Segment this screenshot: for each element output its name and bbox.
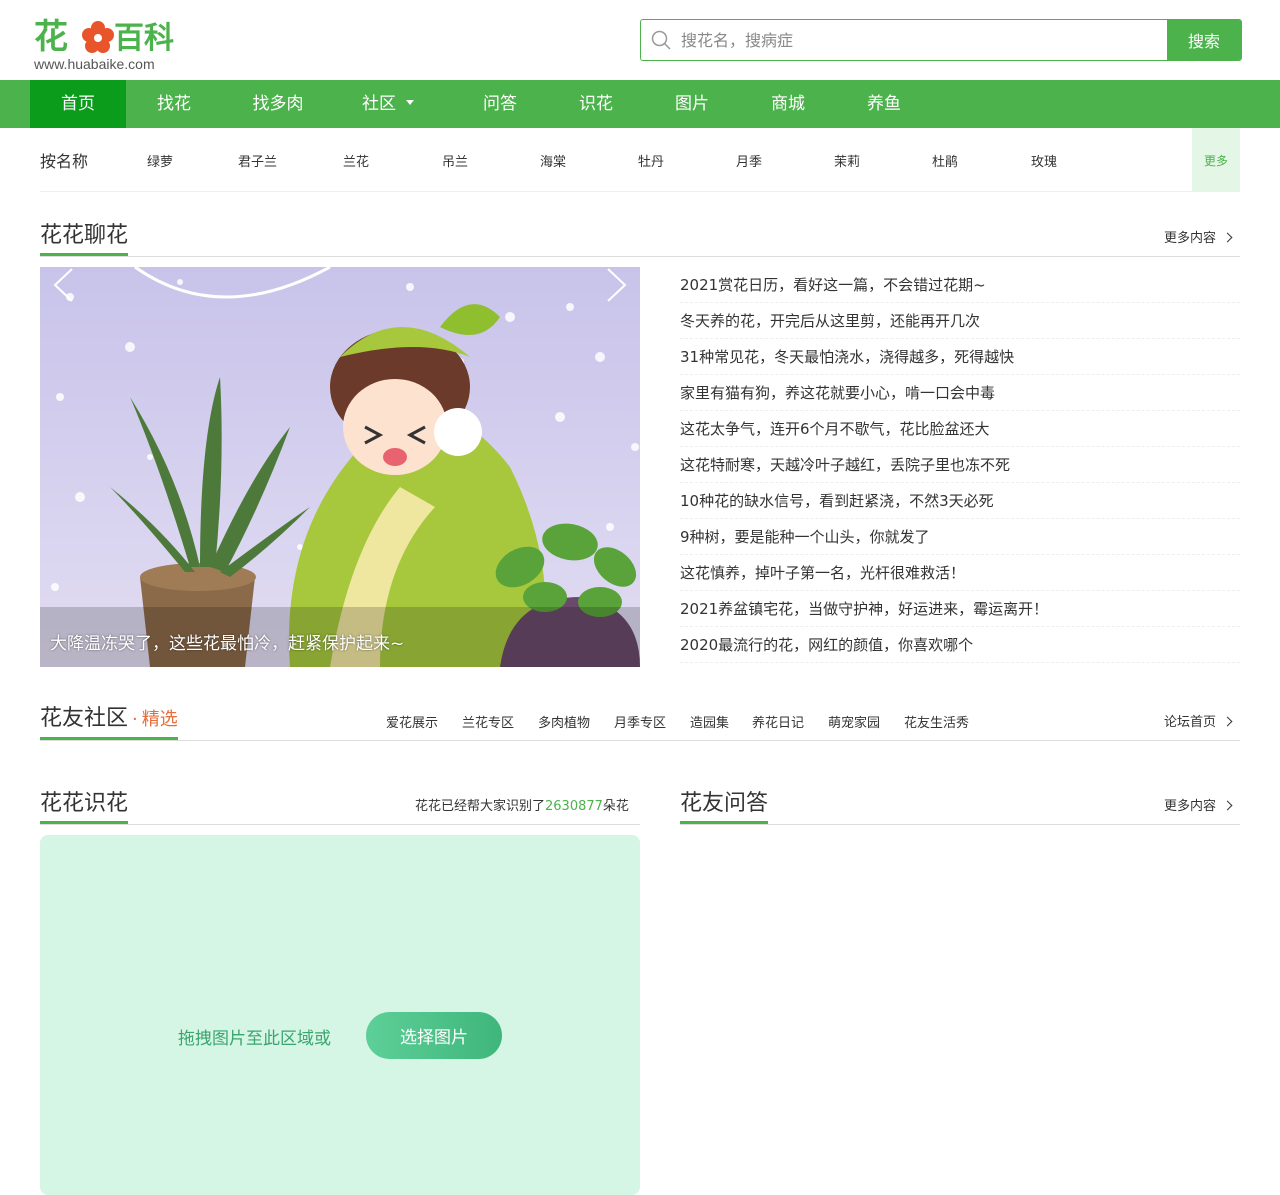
name-link[interactable]: 月季 [736, 151, 762, 170]
divider [40, 256, 1240, 257]
qa-more-link[interactable]: 更多内容 [1164, 795, 1233, 814]
nav-item-find-flower[interactable]: 找花 [126, 80, 222, 128]
nav-item-pictures[interactable]: 图片 [644, 80, 740, 128]
nav-item-succulent[interactable]: 找多肉 [230, 80, 326, 128]
chevron-left-icon[interactable] [52, 267, 74, 303]
name-link[interactable]: 茉莉 [834, 151, 860, 170]
article-link[interactable]: 这花特耐寒，天越冷叶子越红，丢院子里也冻不死 [680, 447, 1240, 483]
names-more-button[interactable]: 更多 [1192, 128, 1240, 192]
nav-item-home[interactable]: 首页 [30, 80, 126, 128]
community-tag[interactable]: 兰花专区 [462, 712, 514, 731]
nav-community-label: 社区 [362, 94, 396, 114]
search-bar: 搜索 [640, 19, 1242, 61]
chat-section-title: 花花聊花 [40, 223, 129, 256]
article-link[interactable]: 这花慎养，掉叶子第一名，光杆很难救活！ [680, 555, 1240, 591]
community-title: 花友社区 [40, 706, 129, 731]
community-section-title: 花友社区 · 精选 [40, 706, 178, 740]
qa-more-label: 更多内容 [1164, 799, 1217, 814]
banner-caption[interactable]: 大降温冻哭了，这些花最怕冷，赶紧保护起来~ [50, 629, 404, 654]
article-link[interactable]: 9种树，要是能种一个山头，你就发了 [680, 519, 1240, 555]
article-link[interactable]: 2021养盆镇宅花，当做守护神，好运进来，霉运离开！ [680, 591, 1240, 627]
community-tag[interactable]: 月季专区 [614, 712, 666, 731]
nav-item-identify[interactable]: 识花 [548, 80, 644, 128]
name-link[interactable]: 玫瑰 [1031, 151, 1057, 170]
logo-graphic: 花 百科 [34, 17, 174, 57]
drop-hint: 拖拽图片至此区域或 [178, 1029, 331, 1049]
nav-item-community[interactable]: 社区 [340, 80, 436, 128]
chevron-right-icon [1222, 232, 1233, 242]
logo-url: www.huabaike.com [34, 56, 155, 72]
title-dot: · [132, 709, 138, 730]
chevron-right-icon[interactable] [606, 267, 628, 303]
community-tag[interactable]: 爱花展示 [386, 712, 438, 731]
identify-section-title: 花花识花 [40, 791, 129, 824]
chevron-right-icon [1222, 800, 1233, 810]
community-tag[interactable]: 多肉植物 [538, 712, 590, 731]
count-suffix: 朵花 [602, 799, 629, 814]
banner-illustration [40, 267, 640, 667]
article-link[interactable]: 2021赏花日历，看好这一篇，不会错过花期~ [680, 267, 1240, 303]
name-link[interactable]: 兰花 [343, 151, 369, 170]
search-icon [651, 30, 671, 50]
forum-home-label: 论坛首页 [1164, 715, 1217, 730]
count-prefix: 花花已经帮大家识别了 [415, 799, 546, 814]
banner-carousel[interactable]: 大降温冻哭了，这些花最怕冷，赶紧保护起来~ [40, 267, 640, 667]
name-link[interactable]: 吊兰 [442, 151, 468, 170]
divider [40, 824, 640, 825]
article-link[interactable]: 家里有猫有狗，养这花就要小心，啃一口会中毒 [680, 375, 1240, 411]
article-link[interactable]: 2020最流行的花，网红的颜值，你喜欢哪个 [680, 627, 1240, 663]
name-link[interactable]: 绿萝 [147, 151, 173, 170]
select-image-button[interactable]: 选择图片 [366, 1012, 502, 1059]
names-label: 按名称 [40, 152, 89, 171]
chat-more-label: 更多内容 [1164, 231, 1217, 246]
nav-item-mall[interactable]: 商城 [740, 80, 836, 128]
image-drop-zone[interactable]: 拖拽图片至此区域或 选择图片 [40, 835, 640, 1195]
article-link[interactable]: 这花太争气，连开6个月不歇气，花比脸盆还大 [680, 411, 1240, 447]
nav-item-fish[interactable]: 养鱼 [836, 80, 932, 128]
chat-more-link[interactable]: 更多内容 [1164, 227, 1233, 246]
count-number: 2630877 [545, 799, 603, 814]
divider [680, 824, 1240, 825]
identify-count: 花花已经帮大家识别了2630877朵花 [415, 795, 629, 814]
forum-home-link[interactable]: 论坛首页 [1164, 711, 1233, 730]
name-link[interactable]: 君子兰 [238, 151, 277, 170]
article-link[interactable]: 冬天养的花，开完后从这里剪，还能再开几次 [680, 303, 1240, 339]
site-logo[interactable]: 花 百科 www.huabaike.com [34, 8, 184, 74]
search-button[interactable]: 搜索 [1167, 20, 1241, 60]
name-link[interactable]: 杜鹃 [932, 151, 958, 170]
nav-item-qa[interactable]: 问答 [452, 80, 548, 128]
article-list: 2021赏花日历，看好这一篇，不会错过花期~ 冬天养的花，开完后从这里剪，还能再… [680, 267, 1240, 663]
chevron-right-icon [1222, 716, 1233, 726]
name-link[interactable]: 海棠 [540, 151, 566, 170]
search-input[interactable] [681, 20, 1167, 60]
article-link[interactable]: 31种常见花，冬天最怕浇水，浇得越多，死得越快 [680, 339, 1240, 375]
flower-name-filter: 按名称 绿萝 君子兰 兰花 吊兰 海棠 牡丹 月季 茉莉 杜鹃 玫瑰 更多 [40, 128, 1240, 192]
main-nav: 首页 找花 找多肉 社区 问答 识花 图片 商城 养鱼 [0, 80, 1280, 128]
community-subtitle: 精选 [141, 709, 178, 730]
qa-section-title: 花友问答 [680, 791, 769, 824]
community-tag[interactable]: 养花日记 [752, 712, 804, 731]
community-tag[interactable]: 造园集 [690, 712, 729, 731]
name-link[interactable]: 牡丹 [638, 151, 664, 170]
community-tag[interactable]: 萌宠家园 [828, 712, 880, 731]
svg-text:百科: 百科 [114, 21, 174, 56]
community-tag[interactable]: 花友生活秀 [904, 712, 969, 731]
caret-down-icon [406, 100, 414, 105]
divider [40, 740, 1240, 741]
header: 花 百科 www.huabaike.com 搜索 [0, 0, 1280, 80]
article-link[interactable]: 10种花的缺水信号，看到赶紧浇，不然3天必死 [680, 483, 1240, 519]
svg-text:花: 花 [34, 17, 68, 57]
